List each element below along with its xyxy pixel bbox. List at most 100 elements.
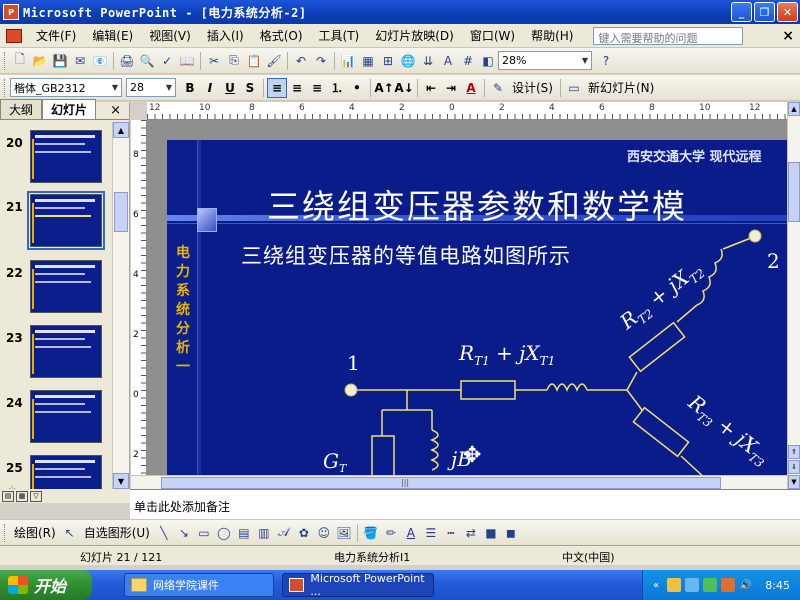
messenger-icon[interactable]	[721, 578, 735, 592]
line-color-icon[interactable]: ✏	[381, 523, 401, 543]
print-icon[interactable]: 🖨	[117, 51, 137, 71]
slide-thumbnail-20[interactable]: 20	[0, 130, 112, 192]
menu-format[interactable]: 格式(O)	[252, 27, 311, 44]
volume-icon[interactable]: 🔊	[739, 578, 753, 592]
oval-icon[interactable]: ◯	[214, 523, 234, 543]
toolbar-grip[interactable]	[4, 78, 7, 97]
spelling-icon[interactable]: ✓	[157, 51, 177, 71]
clipart-icon[interactable]: ☺	[314, 523, 334, 543]
align-right-button[interactable]: ≡	[307, 78, 327, 98]
font-color-icon[interactable]: A	[401, 523, 421, 543]
slide-sorter-icon[interactable]: ▦	[16, 490, 28, 502]
scrollbar-thumb[interactable]	[161, 477, 721, 489]
thumbnail-scrollbar[interactable]: ▲ ▼	[112, 122, 129, 489]
draw-menu-button[interactable]: 绘图(R)	[10, 524, 60, 541]
font-size-combo[interactable]: 28 ▼	[126, 78, 176, 97]
show-grid-icon[interactable]: #	[458, 51, 478, 71]
insert-table-icon[interactable]: ▦	[358, 51, 378, 71]
design-icon[interactable]: ✎	[488, 78, 508, 98]
open-icon[interactable]: 📂	[30, 51, 50, 71]
show-formatting-icon[interactable]: A	[438, 51, 458, 71]
align-left-button[interactable]: ≡	[267, 77, 287, 98]
tab-slides[interactable]: 幻灯片	[42, 99, 97, 119]
email-icon[interactable]: 📧	[90, 51, 110, 71]
equivalent-circuit-diagram[interactable]: 1 2 RT1 + jXT1 RT2 + jXT2 RT3 + jXT3 GT …	[167, 140, 787, 475]
menu-file[interactable]: 文件(F)	[28, 27, 84, 44]
taskbar-button-folder[interactable]: 网络学院课件	[124, 573, 274, 597]
menu-edit[interactable]: 编辑(E)	[84, 27, 141, 44]
insert-chart-icon[interactable]: 📊	[338, 51, 358, 71]
slide-thumbnail-21[interactable]: 21	[0, 191, 112, 256]
help-icon[interactable]: ?	[596, 51, 616, 71]
paste-icon[interactable]: 📋	[244, 51, 264, 71]
expand-all-icon[interactable]: ⇊	[418, 51, 438, 71]
fill-color-icon[interactable]: 🪣	[361, 523, 381, 543]
tab-outline[interactable]: 大纲	[0, 99, 43, 119]
align-center-button[interactable]: ≡	[287, 78, 307, 98]
document-close-button[interactable]: ×	[782, 28, 794, 44]
slide-thumbnail-22[interactable]: 22	[0, 260, 112, 322]
notes-pane[interactable]: 单击此处添加备注	[130, 489, 800, 519]
underline-button[interactable]: U	[220, 78, 240, 98]
cut-icon[interactable]: ✂	[204, 51, 224, 71]
taskbar-button-powerpoint[interactable]: Microsoft PowerPoint ...	[282, 572, 434, 598]
insert-hyperlink-icon[interactable]: 🌐	[398, 51, 418, 71]
menu-help[interactable]: 帮助(H)	[523, 27, 581, 44]
increase-font-button[interactable]: A↑	[374, 78, 394, 98]
rectangle-icon[interactable]: ▭	[194, 523, 214, 543]
tray-app-icon[interactable]	[667, 578, 681, 592]
maximize-button[interactable]: ❐	[754, 2, 775, 22]
diagram-icon[interactable]: ✿	[294, 523, 314, 543]
shadow-style-icon[interactable]: ■	[481, 523, 501, 543]
slide-thumbnail-24[interactable]: 24	[0, 390, 112, 452]
normal-view-icon[interactable]: ▤	[2, 490, 14, 502]
menu-tools[interactable]: 工具(T)	[311, 27, 368, 44]
menu-insert[interactable]: 插入(I)	[199, 27, 252, 44]
bullets-button[interactable]: •	[347, 78, 367, 98]
format-painter-icon[interactable]: 🖌	[264, 51, 284, 71]
panel-close-button[interactable]: ×	[110, 103, 121, 118]
vertical-scrollbar[interactable]: ▲ ⇑ ⇓ ▼	[787, 102, 800, 489]
slide-thumbnail-25[interactable]: 25 ☆	[0, 455, 112, 489]
decrease-font-button[interactable]: A↓	[394, 78, 414, 98]
numbering-button[interactable]: ⒈	[327, 78, 347, 98]
research-icon[interactable]: 📖	[177, 51, 197, 71]
toolbar-grip[interactable]	[4, 523, 7, 542]
minimize-button[interactable]: _	[731, 2, 752, 22]
bold-button[interactable]: B	[180, 78, 200, 98]
toolbar-grip[interactable]	[4, 51, 7, 70]
scroll-up-icon[interactable]: ▲	[113, 122, 129, 138]
new-slide-button[interactable]: 新幻灯片(N)	[584, 79, 658, 96]
menu-window[interactable]: 窗口(W)	[462, 27, 523, 44]
font-color-button[interactable]: A	[461, 78, 481, 98]
line-style-icon[interactable]: ☰	[421, 523, 441, 543]
3d-style-icon[interactable]: ◼	[501, 523, 521, 543]
copy-icon[interactable]: ⎘	[224, 51, 244, 71]
increase-indent-button[interactable]: ⇥	[441, 78, 461, 98]
zoom-combo[interactable]: 28% ▼	[498, 51, 592, 70]
textbox-icon[interactable]: ▤	[234, 523, 254, 543]
scrollbar-thumb[interactable]	[114, 192, 128, 232]
scrollbar-thumb[interactable]	[788, 162, 800, 222]
menu-view[interactable]: 视图(V)	[141, 27, 199, 44]
document-icon[interactable]	[6, 28, 22, 43]
new-icon[interactable]: 🗋	[10, 51, 30, 71]
scroll-down-icon[interactable]: ▼	[788, 475, 800, 489]
tables-borders-icon[interactable]: ⊞	[378, 51, 398, 71]
save-icon[interactable]: 💾	[50, 51, 70, 71]
print-preview-icon[interactable]: 🔍	[137, 51, 157, 71]
current-slide[interactable]: 西安交通大学 现代远程 三绕组变压器参数和数学模 三绕组变压器的等值电路如图所示…	[167, 140, 787, 475]
autoshapes-button[interactable]: 自选图形(U)	[80, 524, 154, 541]
slide-editing-area[interactable]: 西安交通大学 现代远程 三绕组变压器参数和数学模 三绕组变压器的等值电路如图所示…	[147, 120, 787, 475]
permission-icon[interactable]: ✉	[70, 51, 90, 71]
close-button[interactable]: ✕	[777, 2, 798, 22]
previous-slide-icon[interactable]: ⇑	[788, 445, 800, 459]
color-grayscale-icon[interactable]: ◧	[478, 51, 498, 71]
picture-icon[interactable]: 🖼	[334, 523, 354, 543]
arrow-style-icon[interactable]: ⇄	[461, 523, 481, 543]
design-button[interactable]: 设计(S)	[508, 79, 557, 96]
horizontal-scrollbar[interactable]: |||	[131, 475, 787, 489]
start-button[interactable]: 开始	[0, 570, 92, 600]
security-icon[interactable]	[703, 578, 717, 592]
help-search-input[interactable]: 键入需要帮助的问题	[593, 26, 744, 45]
